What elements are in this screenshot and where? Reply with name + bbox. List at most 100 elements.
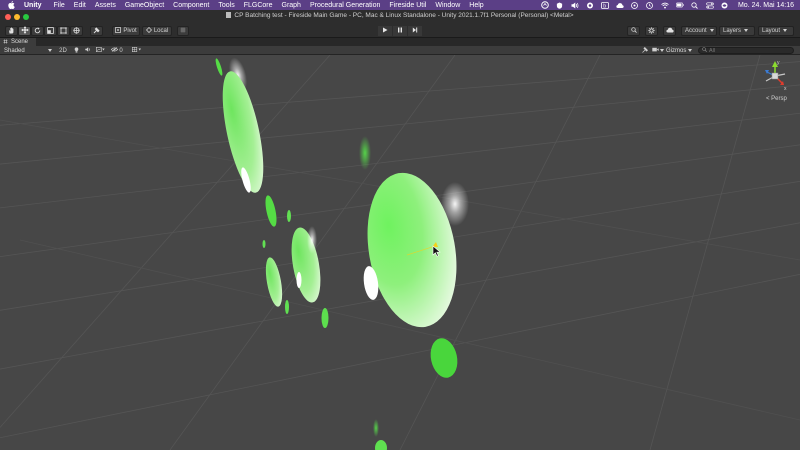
hand-tool-icon: [8, 27, 15, 36]
hand-tool-button[interactable]: [5, 26, 18, 36]
window-title-bar: CP Batching test - Fireside Main Game - …: [0, 10, 800, 23]
scale-tool-button[interactable]: [44, 26, 57, 36]
services-button[interactable]: [645, 26, 658, 36]
scene-objects: [215, 57, 469, 450]
move-tool-button[interactable]: [18, 26, 31, 36]
grid-snap-button[interactable]: [177, 26, 189, 36]
tools-icon: [641, 46, 648, 55]
play-icon: [382, 27, 388, 35]
menu-graph[interactable]: Graph: [282, 2, 301, 9]
status-app-icon[interactable]: [541, 1, 549, 9]
rotate-tool-button[interactable]: [31, 26, 44, 36]
unity-doc-icon: [226, 12, 232, 18]
shading-mode-label: Shaded: [4, 47, 25, 54]
layers-dropdown[interactable]: Layers: [719, 26, 755, 36]
status-shield-icon[interactable]: [556, 1, 564, 9]
chevron-down-icon: [744, 28, 749, 34]
menu-flgcore[interactable]: FLGCore: [244, 2, 273, 9]
gizmo-y-label: y: [777, 60, 780, 66]
projection-toggle[interactable]: < Persp: [766, 96, 787, 102]
siri-icon[interactable]: [721, 2, 729, 9]
time-machine-icon[interactable]: [646, 1, 654, 9]
search-icon[interactable]: [691, 1, 699, 9]
pivot-label: Pivot: [123, 28, 137, 34]
effects-dropdown[interactable]: [94, 47, 107, 54]
step-button[interactable]: [408, 26, 422, 36]
scene-tab-label: Scene: [11, 39, 29, 45]
tools-toggle-button[interactable]: [640, 46, 649, 55]
cloud-button[interactable]: [663, 26, 676, 36]
pivot-icon: [115, 27, 122, 35]
layout-dropdown[interactable]: Layout: [758, 26, 794, 36]
menu-tools[interactable]: Tools: [218, 2, 234, 9]
custom-tool-button[interactable]: [90, 26, 103, 36]
menu-component[interactable]: Component: [173, 2, 209, 9]
transform-tool-icon: [73, 26, 80, 36]
scene-search-input[interactable]: [709, 47, 789, 54]
tab-scene[interactable]: Scene: [0, 38, 36, 46]
effects-icon: [96, 47, 105, 54]
step-icon: [412, 27, 418, 35]
menubar-clock[interactable]: Mo. 24. Mai 14:16: [738, 2, 794, 9]
lighting-toggle-button[interactable]: [72, 46, 81, 55]
window-title: CP Batching test - Fireside Main Game - …: [0, 12, 800, 19]
search-button[interactable]: [627, 26, 640, 36]
menu-fireside-util[interactable]: Fireside Util: [389, 2, 426, 9]
scene-render[interactable]: [0, 55, 800, 450]
menu-procedural-generation[interactable]: Procedural Generation: [310, 2, 380, 9]
pivot-toggle-button[interactable]: Pivot: [112, 26, 140, 36]
menu-window[interactable]: Window: [435, 2, 460, 9]
cloud-icon[interactable]: [616, 2, 624, 9]
chevron-down-icon: [688, 48, 693, 54]
rotate-tool-icon: [34, 27, 41, 36]
camera-dropdown[interactable]: [651, 47, 665, 54]
mask-icon[interactable]: [586, 2, 594, 9]
hidden-count: 0: [119, 47, 123, 54]
menu-edit[interactable]: Edit: [74, 2, 86, 9]
transform-tool-button[interactable]: [70, 26, 83, 36]
orientation-gizmo[interactable]: y x: [760, 59, 790, 91]
layers-label: Layers: [723, 28, 742, 34]
audio-icon: [84, 47, 91, 54]
camera-icon: [652, 47, 659, 54]
grid-snap-icon: [180, 27, 186, 35]
menu-file[interactable]: File: [54, 2, 65, 9]
scene-tab-bar: Scene: [0, 38, 800, 46]
2d-toggle-label: 2D: [59, 47, 67, 54]
rect-tool-icon: [60, 26, 67, 36]
menu-help[interactable]: Help: [469, 2, 483, 9]
local-label: Local: [153, 28, 169, 34]
local-toggle-button[interactable]: Local: [142, 26, 172, 36]
wifi-icon[interactable]: [661, 2, 669, 9]
search-icon: [630, 27, 637, 35]
status-b-icon[interactable]: b: [601, 1, 609, 9]
sync-icon[interactable]: [631, 1, 639, 9]
gizmo-x-label: x: [784, 86, 787, 91]
grid-icon: [132, 47, 142, 54]
scene-search-field[interactable]: [698, 47, 794, 54]
light-icon: [74, 46, 79, 55]
rect-tool-button[interactable]: [57, 26, 70, 36]
2d-toggle-button[interactable]: 2D: [58, 47, 68, 54]
cloud-icon: [665, 27, 674, 35]
volume-icon[interactable]: [571, 2, 579, 9]
battery-icon[interactable]: [676, 2, 684, 9]
hidden-objects-toggle[interactable]: 0: [108, 47, 126, 54]
shading-mode-dropdown[interactable]: Shaded: [2, 46, 54, 55]
chevron-down-icon: [783, 28, 788, 34]
visibility-icon: [111, 47, 119, 54]
menu-gameobject[interactable]: GameObject: [125, 2, 164, 9]
audio-toggle-button[interactable]: [83, 47, 92, 54]
menu-app-unity[interactable]: Unity: [24, 2, 42, 9]
grid-dropdown[interactable]: [128, 47, 146, 54]
pause-button[interactable]: [393, 26, 407, 36]
account-dropdown[interactable]: Account: [681, 26, 717, 36]
play-button[interactable]: [378, 26, 392, 36]
scene-view-toolbar: Shaded 2D 0 Gizmos: [0, 46, 800, 55]
apple-icon[interactable]: [7, 1, 16, 10]
gizmos-dropdown[interactable]: Gizmos: [666, 47, 693, 54]
scene-viewport[interactable]: y x < Persp: [0, 55, 800, 450]
control-center-icon[interactable]: [706, 2, 714, 9]
gear-icon: [648, 26, 655, 36]
menu-assets[interactable]: Assets: [95, 2, 116, 9]
